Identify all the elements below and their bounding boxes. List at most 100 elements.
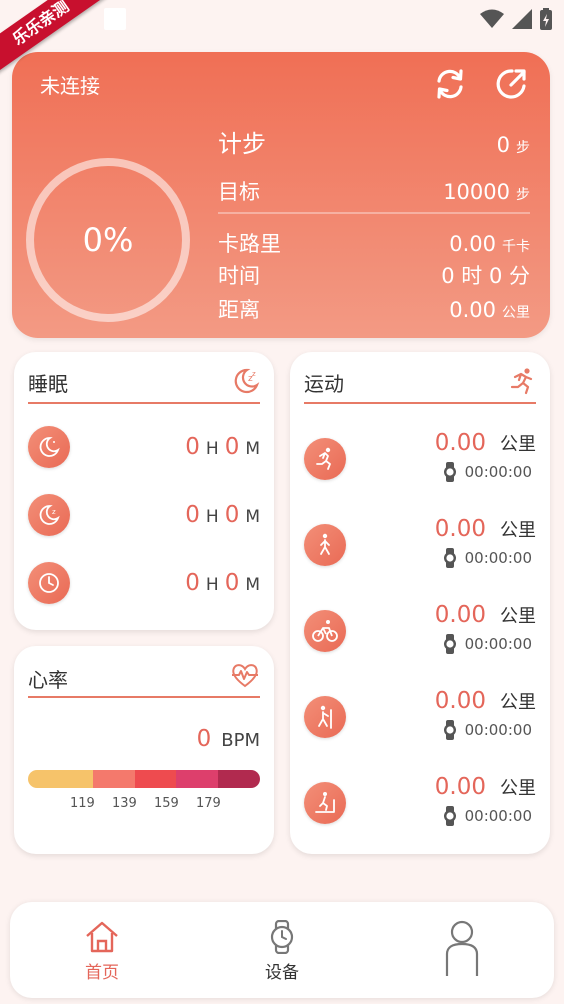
sleep-deep-hours: 0 <box>185 434 200 460</box>
zone-4 <box>176 770 219 788</box>
sleep-title: 睡眠 <box>28 372 68 396</box>
sleep-row-deep: 0 H 0 M <box>28 426 260 468</box>
status-bar: 乐乐亲测 <box>0 0 564 79</box>
climbing-time: 00:00:00 <box>464 721 532 739</box>
sport-card[interactable]: 运动 0.00 公里 00:00:00 0.00 公里 00:00:00 0.0… <box>290 352 550 854</box>
svg-text:z: z <box>52 508 56 516</box>
calories-label: 卡路里 <box>218 232 281 256</box>
treadmill-distance: 0.00 <box>434 774 486 800</box>
sleep-card[interactable]: 睡眠 z z 0 H 0 M z 0 H 0 M 0 H 0 M <box>14 352 274 630</box>
heart-rate-zone-bar <box>28 770 260 788</box>
home-icon <box>86 921 118 953</box>
sleep-row-total: 0 H 0 M <box>28 562 260 604</box>
minute-unit: M <box>245 575 260 595</box>
watch-icon <box>443 462 456 482</box>
runner-icon <box>510 368 533 395</box>
user-icon <box>445 920 479 976</box>
sport-row-cycling: 0.00 公里 00:00:00 <box>304 602 536 662</box>
distance-value: 0.00 <box>449 298 496 322</box>
progress-percent: 0% <box>82 221 134 259</box>
sport-row-climbing: 0.00 公里 00:00:00 <box>304 688 536 748</box>
cycling-icon <box>304 610 346 652</box>
steps-unit: 步 <box>516 140 530 156</box>
running-distance: 0.00 <box>434 430 486 456</box>
time-label: 时间 <box>218 264 260 288</box>
steps-value: 0 <box>496 133 510 157</box>
tick-label: 179 <box>196 796 221 811</box>
zone-1 <box>28 770 93 788</box>
sleep-moon-icon: z z <box>234 368 260 394</box>
battery-icon <box>540 8 552 30</box>
climbing-icon <box>304 696 346 738</box>
connection-status: 未连接 <box>40 74 100 98</box>
status-notification-icon <box>104 8 126 30</box>
treadmill-icon <box>304 782 346 824</box>
nav-device-label: 设备 <box>265 963 299 983</box>
sport-row-treadmill: 0.00 公里 00:00:00 <box>304 774 536 834</box>
calories-value: 0.00 <box>449 232 496 256</box>
sleep-light-hours: 0 <box>185 502 200 528</box>
heart-rate-title-divider <box>28 696 260 698</box>
cell-signal-icon <box>512 9 532 29</box>
moon-zz-icon: z <box>28 494 70 536</box>
distance-unit: 公里 <box>500 692 536 713</box>
distance-unit: 公里 <box>500 434 536 455</box>
status-icons <box>480 8 552 30</box>
hour-unit: H <box>205 575 219 595</box>
distance-unit: 公里 <box>500 606 536 627</box>
climbing-distance: 0.00 <box>434 688 486 714</box>
progress-ring: 0% <box>26 158 190 322</box>
activity-summary-card: 未连接 0% 计步 0步 目标 10000 步 卡路里 0.00 千卡 时间 0 时… <box>12 52 550 338</box>
sync-icon[interactable] <box>432 66 468 102</box>
walking-icon <box>304 524 346 566</box>
nav-home-label: 首页 <box>85 963 119 983</box>
sport-title: 运动 <box>304 372 344 396</box>
heart-rate-ticks: 119 139 159 179 <box>28 796 260 814</box>
goal-label: 目标 <box>218 180 260 204</box>
share-icon[interactable] <box>494 66 530 102</box>
cycling-distance: 0.00 <box>434 602 486 628</box>
running-icon <box>304 438 346 480</box>
steps-label: 计步 <box>218 130 266 158</box>
heart-rate-card[interactable]: 心率 0 BPM 119 139 159 179 <box>14 646 274 854</box>
distance-label: 距离 <box>218 298 260 322</box>
hour-unit: H <box>205 507 219 527</box>
goal-stat: 目标 10000 步 <box>218 176 530 206</box>
tick-label: 159 <box>154 796 179 811</box>
heart-pulse-icon <box>232 664 258 688</box>
running-time: 00:00:00 <box>464 463 532 481</box>
nav-home[interactable]: 首页 <box>62 920 142 983</box>
distance-stat: 距离 0.00 公里 <box>218 294 530 324</box>
watch-icon <box>443 720 456 740</box>
sport-title-divider <box>304 402 536 404</box>
calories-stat: 卡路里 0.00 千卡 <box>218 228 530 258</box>
treadmill-time: 00:00:00 <box>464 807 532 825</box>
heart-rate-value: 0 <box>196 726 212 752</box>
smartwatch-icon <box>270 920 294 954</box>
steps-stat: 计步 0步 <box>218 124 530 159</box>
wifi-icon <box>480 9 504 28</box>
calories-unit: 千卡 <box>502 239 530 255</box>
watch-icon <box>443 806 456 826</box>
nav-profile[interactable] <box>422 920 502 986</box>
minute-unit: M <box>245 439 260 459</box>
clock-icon <box>28 562 70 604</box>
sleep-light-minutes: 0 <box>224 502 240 528</box>
nav-device[interactable]: 设备 <box>242 920 322 983</box>
sleep-total-minutes: 0 <box>224 570 240 596</box>
goal-unit: 步 <box>516 187 530 203</box>
zone-5 <box>218 770 260 788</box>
walking-distance: 0.00 <box>434 516 486 542</box>
heart-rate-title: 心率 <box>28 668 68 692</box>
walking-time: 00:00:00 <box>464 549 532 567</box>
sleep-total-hours: 0 <box>185 570 200 596</box>
sleep-deep-minutes: 0 <box>224 434 240 460</box>
hour-unit: H <box>205 439 219 459</box>
bottom-nav: 首页 设备 <box>10 902 554 998</box>
watch-icon <box>443 548 456 568</box>
svg-text:z: z <box>252 370 256 378</box>
zone-3 <box>134 770 177 788</box>
distance-unit: 公里 <box>500 520 536 541</box>
goal-value: 10000 <box>443 180 510 204</box>
time-stat: 时间 0 时 0 分 <box>218 260 530 290</box>
